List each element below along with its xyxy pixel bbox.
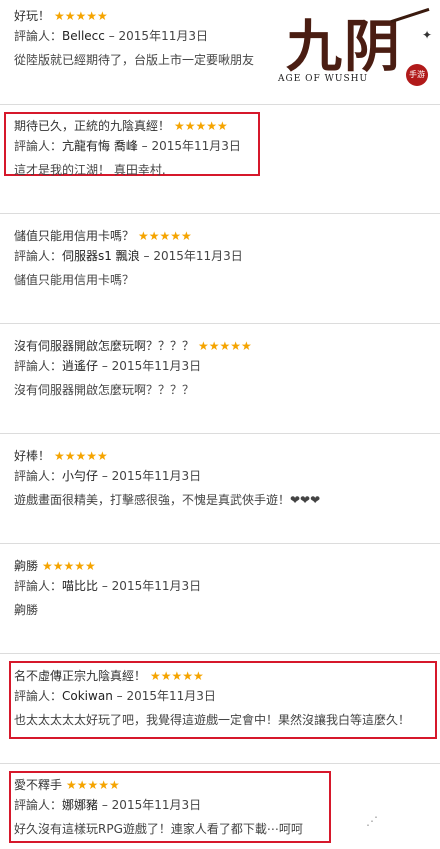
divider xyxy=(0,763,440,764)
review-meta: 評論人：亢龍有悔 喬峰 – 2015年11月3日 xyxy=(14,138,241,154)
review-title: 好棒！ xyxy=(14,449,51,463)
divider xyxy=(0,543,440,544)
review-title: 期待已久，正統的九陰真經！ xyxy=(14,119,171,133)
review-title-row: 沒有伺服器開啟怎麼玩啊？？？？ ★★★★★ xyxy=(14,338,252,354)
star-rating-icon: ★★★★★ xyxy=(198,339,252,353)
review-item: 愛不釋手 ★★★★★ 評論人：娜娜豬 – 2015年11月3日 好久沒有這樣玩RP… xyxy=(0,777,440,837)
review-title-row: 愛不釋手 ★★★★★ xyxy=(14,777,120,793)
date-separator: – xyxy=(139,249,154,263)
review-author[interactable]: Bellecc xyxy=(62,29,105,43)
review-author[interactable]: 逍遙仔 xyxy=(62,359,98,373)
review-meta: 評論人：逍遙仔 – 2015年11月3日 xyxy=(14,358,201,374)
review-body: 這才是我的江湖！ 真田幸村. xyxy=(14,163,166,177)
review-item: 期待已久，正統的九陰真經！ ★★★★★ 評論人：亢龍有悔 喬峰 – 2015年11… xyxy=(0,118,440,178)
review-body: 好久沒有這樣玩RPG遊戲了！連家人看了都下載⋯呵呵 xyxy=(14,822,303,836)
review-title: 好玩！ xyxy=(14,9,51,23)
star-rating-icon: ★★★★★ xyxy=(66,778,120,792)
divider xyxy=(0,213,440,214)
review-title: 沒有伺服器開啟怎麼玩啊？？？？ xyxy=(14,339,195,353)
review-body: 齁勝 xyxy=(14,603,39,617)
author-label: 評論人： xyxy=(14,139,63,153)
review-item: 沒有伺服器開啟怎麼玩啊？？？？ ★★★★★ 評論人：逍遙仔 – 2015年11月3… xyxy=(0,338,440,398)
review-title-row: 期待已久，正統的九陰真經！ ★★★★★ xyxy=(14,118,228,134)
author-label: 評論人： xyxy=(14,29,63,43)
review-meta: 評論人：Cokiwan – 2015年11月3日 xyxy=(14,688,216,704)
star-rating-icon: ★★★★★ xyxy=(54,9,108,23)
review-date: 2015年11月3日 xyxy=(111,579,202,593)
star-rating-icon: ★★★★★ xyxy=(42,559,96,573)
date-separator: – xyxy=(98,469,112,483)
logo-stamp: 手游 xyxy=(406,64,428,86)
star-rating-icon: ★★★★★ xyxy=(138,229,192,243)
review-date: 2015年11月3日 xyxy=(126,689,216,703)
logo-title: 九阴 xyxy=(286,14,402,80)
logo-subtitle: AGE OF WUSHU xyxy=(278,74,369,84)
review-meta: 評論人：小勻仔 – 2015年11月3日 xyxy=(14,468,201,484)
review-title: 名不虛傳正宗九陰真經！ xyxy=(14,669,147,683)
review-body: 沒有伺服器開啟怎麼玩啊？？？？ xyxy=(14,383,195,397)
date-separator: – xyxy=(112,689,127,703)
review-body: 儲值只能用信用卡嗎？ xyxy=(14,273,135,287)
review-item: 名不虛傳正宗九陰真經！ ★★★★★ 評論人：Cokiwan – 2015年11月3… xyxy=(0,668,440,728)
review-title: 齁勝 xyxy=(14,559,39,573)
review-item: 儲值只能用信用卡嗎？ ★★★★★ 評論人：伺服器s1 飄浪 – 2015年11月3… xyxy=(0,228,440,288)
review-meta: 評論人：伺服器s1 飄浪 – 2015年11月3日 xyxy=(14,248,243,264)
review-author[interactable]: 亢龍有悔 喬峰 xyxy=(62,139,138,153)
review-author[interactable]: 喵比比 xyxy=(62,579,98,593)
date-separator: – xyxy=(104,29,119,43)
review-item: 好棒！ ★★★★★ 評論人：小勻仔 – 2015年11月3日 遊戲畫面很精美，打擊… xyxy=(0,448,440,508)
author-label: 評論人： xyxy=(14,469,63,483)
divider xyxy=(0,104,440,105)
date-separator: – xyxy=(98,359,112,373)
review-author[interactable]: Cokiwan xyxy=(62,689,113,703)
author-label: 評論人： xyxy=(14,689,63,703)
review-author[interactable]: 小勻仔 xyxy=(62,469,98,483)
review-item: 齁勝 ★★★★★ 評論人：喵比比 – 2015年11月3日 齁勝 xyxy=(0,558,440,618)
game-logo: 九阴 ✦ AGE OF WUSHU 手游 xyxy=(270,0,440,104)
review-body: 從陸版就已經期待了，台版上市一定要啾朋友 xyxy=(14,53,255,67)
review-title-row: 齁勝 ★★★★★ xyxy=(14,558,96,574)
review-date: 2015年11月3日 xyxy=(111,359,202,373)
divider xyxy=(0,323,440,324)
date-separator: – xyxy=(98,798,112,812)
star-rating-icon: ★★★★★ xyxy=(150,669,204,683)
star-rating-icon: ★★★★★ xyxy=(174,119,228,133)
author-label: 評論人： xyxy=(14,249,63,263)
review-title-row: 儲值只能用信用卡嗎？ ★★★★★ xyxy=(14,228,192,244)
review-date: 2015年11月3日 xyxy=(151,139,241,153)
review-title: 愛不釋手 xyxy=(14,778,63,792)
bird-icon: ✦ xyxy=(422,28,433,42)
review-meta: 評論人：Bellecc – 2015年11月3日 xyxy=(14,28,208,44)
author-label: 評論人： xyxy=(14,359,63,373)
date-separator: – xyxy=(137,139,152,153)
review-date: 2015年11月3日 xyxy=(111,469,202,483)
author-label: 評論人： xyxy=(14,579,63,593)
review-meta: 評論人：喵比比 – 2015年11月3日 xyxy=(14,578,201,594)
review-meta: 評論人：娜娜豬 – 2015年11月3日 xyxy=(14,797,201,813)
review-author[interactable]: 伺服器s1 飄浪 xyxy=(62,249,140,263)
divider xyxy=(0,433,440,434)
review-title-row: 好棒！ ★★★★★ xyxy=(14,448,108,464)
review-author[interactable]: 娜娜豬 xyxy=(62,798,98,812)
date-separator: – xyxy=(98,579,112,593)
review-body: 遊戲畫面很精美，打擊感很強，不愧是真武俠手遊！❤❤❤ xyxy=(14,493,321,507)
review-title-row: 好玩！ ★★★★★ xyxy=(14,8,108,24)
star-rating-icon: ★★★★★ xyxy=(54,449,108,463)
review-title: 儲值只能用信用卡嗎？ xyxy=(14,229,135,243)
review-body: 也太太太太太好玩了吧，我覺得這遊戲一定會中！果然沒讓我白等這麼久！ xyxy=(14,713,411,727)
author-label: 評論人： xyxy=(14,798,63,812)
review-date: 2015年11月3日 xyxy=(153,249,243,263)
review-title-row: 名不虛傳正宗九陰真經！ ★★★★★ xyxy=(14,668,204,684)
divider xyxy=(0,653,440,654)
ellipsis-icon: ⋰ xyxy=(366,814,378,828)
review-date: 2015年11月3日 xyxy=(118,29,208,43)
review-date: 2015年11月3日 xyxy=(111,798,202,812)
